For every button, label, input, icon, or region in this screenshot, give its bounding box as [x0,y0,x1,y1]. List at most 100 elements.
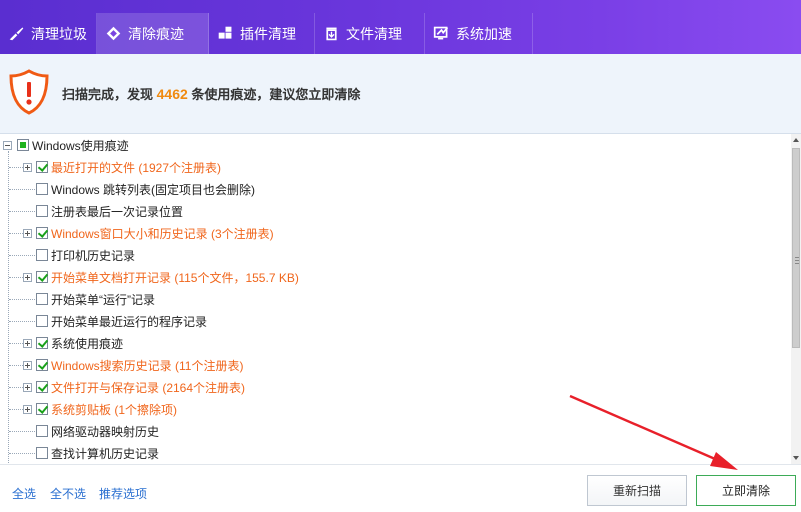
root-collapse-toggle[interactable] [3,141,12,150]
tree-item[interactable]: Windows搜索历史记录 (11个注册表) [36,354,243,376]
tree-item-label: 查找计算机历史记录 [51,446,160,461]
select-all-link[interactable]: 全选 [12,485,36,502]
tree-root[interactable]: Windows使用痕迹 [17,134,129,156]
item-checkbox[interactable] [36,315,48,327]
expand-toggle[interactable] [23,339,32,348]
tree-item-label: 文件打开与保存记录 (2164个注册表) [51,380,246,395]
tree-item-label: Windows窗口大小和历史记录 (3个注册表) [51,226,274,241]
select-none-link[interactable]: 全不选 [50,485,86,502]
broom-icon [6,24,26,44]
file-trash-icon [321,24,341,44]
tree-item-label: 注册表最后一次记录位置 [51,204,184,219]
item-checkbox[interactable] [36,183,48,195]
tree-item-label: Windows 跳转列表(固定项目也会删除) [51,182,256,197]
tab-file-clean[interactable]: 文件清理 [315,13,425,54]
item-checkbox[interactable] [36,205,48,217]
tree-branch-line [9,343,23,344]
tree-item[interactable]: Windows 跳转列表(固定项目也会删除) [36,178,255,200]
item-checkbox[interactable] [36,271,48,283]
root-checkbox[interactable] [17,139,29,151]
tree-branch-line [9,321,35,322]
item-checkbox[interactable] [36,249,48,261]
tree-item-label: 开始菜单最近运行的程序记录 [51,314,208,329]
eraser-icon [103,24,123,44]
tree-branch-line [9,365,23,366]
item-checkbox[interactable] [36,227,48,239]
tree-item-label: 系统剪贴板 (1个擦除项) [51,402,178,417]
tree-branch-line [9,409,23,410]
tab-clear-traces[interactable]: 清除痕迹 [97,13,209,54]
scan-result-message: 扫描完成，发现 4462 条使用痕迹，建议您立即清除 [62,84,360,103]
expand-toggle[interactable] [23,163,32,172]
tree-scrollbar[interactable] [791,134,801,464]
item-checkbox[interactable] [36,293,48,305]
footer-bar: 全选 全不选 推荐选项 重新扫描 立即清除 [0,464,801,512]
tree-branch-line [9,453,35,454]
message-prefix: 扫描完成，发现 [62,87,154,102]
tree-item-label: 开始菜单“运行”记录 [51,292,155,307]
tab-bar: 清理垃圾 清除痕迹 插件清理 文件清理 系统加速 [0,0,801,54]
tree-branch-line [9,211,35,212]
expand-toggle[interactable] [23,405,32,414]
tab-system-speedup[interactable]: 系统加速 [425,13,533,54]
item-checkbox[interactable] [36,337,48,349]
tree-branch-line [9,167,23,168]
tree-item[interactable]: 开始菜单“运行”记录 [36,288,155,310]
tab-label: 文件清理 [346,25,402,42]
tree-item[interactable]: 系统剪贴板 (1个擦除项) [36,398,177,420]
tree-item[interactable]: 开始菜单文档打开记录 (115个文件，155.7 KB) [36,266,299,288]
item-checkbox[interactable] [36,403,48,415]
tree-item-label: 开始菜单文档打开记录 (115个文件，155.7 KB) [51,270,299,285]
tree-root-label: Windows使用痕迹 [32,138,129,153]
plugin-icon [215,24,235,44]
expand-toggle[interactable] [23,229,32,238]
scroll-down-button[interactable] [791,452,801,464]
tree-branch-line [9,255,35,256]
tree-branch-line [9,299,35,300]
item-checkbox[interactable] [36,359,48,371]
tree-item-label: 系统使用痕迹 [51,336,124,351]
expand-toggle[interactable] [23,383,32,392]
message-suffix: 条使用痕迹，建议您立即清除 [191,87,361,102]
tree-branch-line [9,431,35,432]
tree-item[interactable]: 打印机历史记录 [36,244,135,266]
tree-item[interactable]: 系统使用痕迹 [36,332,123,354]
trace-count: 4462 [156,86,188,102]
tree-item[interactable]: Windows窗口大小和历史记录 (3个注册表) [36,222,274,244]
recommended-options-link[interactable]: 推荐选项 [99,485,147,502]
item-checkbox[interactable] [36,381,48,393]
tree-branch-line [9,387,23,388]
tree-branch-line [9,233,23,234]
tree-item-label: Windows搜索历史记录 (11个注册表) [51,358,244,373]
item-checkbox[interactable] [36,425,48,437]
tree-item-label: 打印机历史记录 [51,248,136,263]
tab-label: 插件清理 [240,25,296,42]
tree-item[interactable]: 查找计算机历史记录 [36,442,159,464]
tab-plugin-clean[interactable]: 插件清理 [209,13,315,54]
tree-item[interactable]: 文件打开与保存记录 (2164个注册表) [36,376,245,398]
tab-label: 清除痕迹 [128,25,184,42]
tree-item[interactable]: 网络驱动器映射历史 [36,420,159,442]
scan-result-header: 扫描完成，发现 4462 条使用痕迹，建议您立即清除 [0,54,801,134]
clean-now-button[interactable]: 立即清除 [696,475,796,506]
tree-guide-line [8,151,9,464]
tree-branch-line [9,189,35,190]
tree-item-label: 网络驱动器映射历史 [51,424,160,439]
rescan-button[interactable]: 重新扫描 [587,475,687,506]
tab-clean-junk[interactable]: 清理垃圾 [0,13,97,54]
tree-item[interactable]: 开始菜单最近运行的程序记录 [36,310,207,332]
item-checkbox[interactable] [36,447,48,459]
tree-item[interactable]: 最近打开的文件 (1927个注册表) [36,156,221,178]
scroll-up-button[interactable] [791,134,801,146]
warning-shield-icon [9,69,49,115]
tree-item-label: 最近打开的文件 (1927个注册表) [51,160,222,175]
tree-item[interactable]: 注册表最后一次记录位置 [36,200,183,222]
tab-label: 清理垃圾 [31,25,87,42]
scroll-thumb[interactable] [792,148,800,348]
tree-branch-line [9,277,23,278]
expand-toggle[interactable] [23,361,32,370]
item-checkbox[interactable] [36,161,48,173]
scroll-grip [795,257,799,264]
expand-toggle[interactable] [23,273,32,282]
speedup-icon [431,24,451,44]
